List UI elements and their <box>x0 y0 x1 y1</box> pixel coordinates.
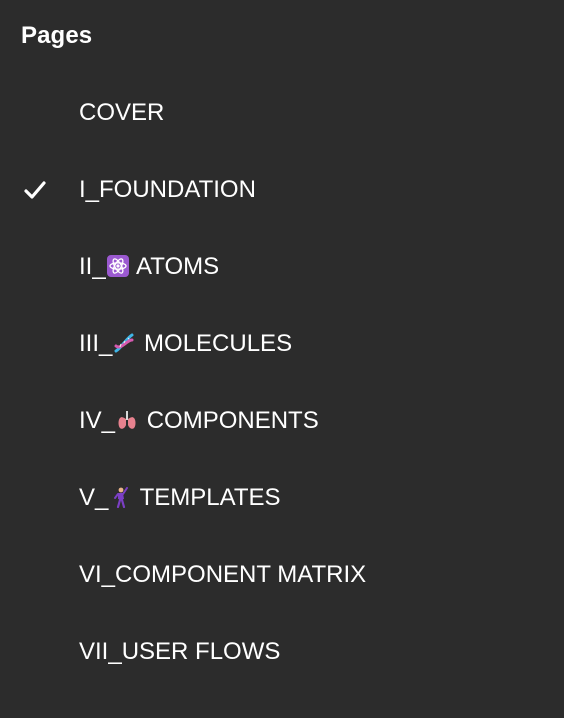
page-item-atoms[interactable]: II_ ATOMS <box>0 229 564 306</box>
pages-panel-title: Pages <box>21 22 93 49</box>
dna-emoji-icon <box>113 331 135 353</box>
dancer-emoji-icon <box>109 485 131 509</box>
page-label: COVER <box>79 99 165 126</box>
atom-emoji-icon <box>106 254 129 277</box>
page-label: II_ ATOMS <box>79 253 220 280</box>
page-item-cover[interactable]: COVER <box>0 75 564 152</box>
page-item-user-flows[interactable]: VII_USER FLOWS <box>0 614 564 691</box>
page-label: V_ TEMPLATES <box>79 484 281 511</box>
page-label: VI_COMPONENT MATRIX <box>79 561 367 588</box>
page-item-templates[interactable]: V_ TEMPLATES <box>0 460 564 537</box>
pages-panel: Pages COVER I_FOUNDATION II_ ATOMS III_ … <box>0 0 564 718</box>
page-label: III_ MOLECULES <box>79 330 293 357</box>
page-label: VII_USER FLOWS <box>79 638 281 665</box>
checkmark-icon <box>24 178 46 202</box>
page-item-foundation[interactable]: I_FOUNDATION <box>0 152 564 229</box>
page-item-components[interactable]: IV_ COMPONENTS <box>0 383 564 460</box>
page-list: COVER I_FOUNDATION II_ ATOMS III_ MOLECU… <box>0 75 564 691</box>
page-label: IV_ COMPONENTS <box>79 407 319 434</box>
lungs-emoji-icon <box>116 408 138 430</box>
page-item-component-matrix[interactable]: VI_COMPONENT MATRIX <box>0 537 564 614</box>
page-item-molecules[interactable]: III_ MOLECULES <box>0 306 564 383</box>
page-label: I_FOUNDATION <box>79 176 256 203</box>
